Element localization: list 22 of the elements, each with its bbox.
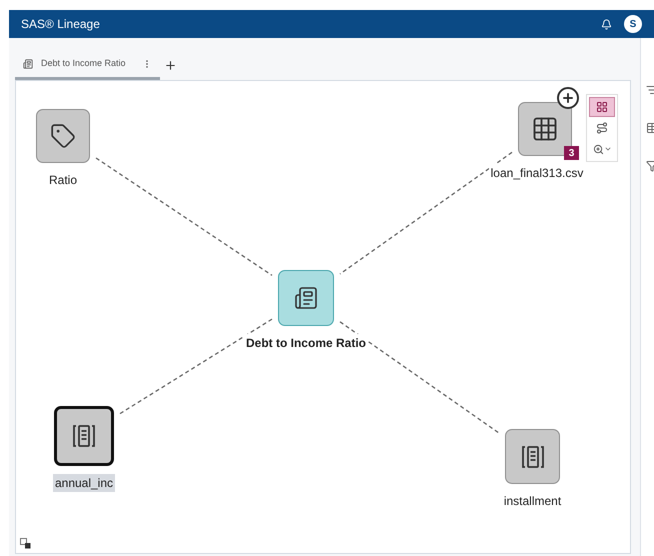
app-title: SAS® Lineage bbox=[21, 16, 100, 33]
add-tab-icon[interactable] bbox=[164, 58, 177, 72]
lineage-node[interactable] bbox=[36, 109, 90, 163]
paths-icon bbox=[596, 122, 608, 134]
report-icon bbox=[23, 58, 33, 68]
expand-icon[interactable] bbox=[557, 87, 579, 109]
layout-icon bbox=[596, 101, 608, 114]
table-icon bbox=[531, 115, 559, 143]
overview-icon[interactable] bbox=[20, 538, 31, 549]
lineage-node[interactable] bbox=[518, 102, 572, 156]
count-badge: 3 bbox=[564, 146, 579, 160]
report-icon bbox=[294, 286, 318, 310]
user-avatar[interactable]: S bbox=[624, 15, 642, 33]
lineage-node[interactable] bbox=[54, 406, 114, 466]
tag-icon bbox=[50, 123, 76, 149]
lineage-node[interactable] bbox=[278, 270, 334, 326]
node-label: loan_final313.csv bbox=[488, 164, 586, 182]
toolbar-button[interactable] bbox=[589, 97, 615, 118]
node-label: annual_inc bbox=[52, 474, 116, 492]
zoom-icon bbox=[592, 144, 604, 155]
lineage-node[interactable] bbox=[505, 429, 560, 484]
notification-icon[interactable] bbox=[601, 18, 612, 30]
